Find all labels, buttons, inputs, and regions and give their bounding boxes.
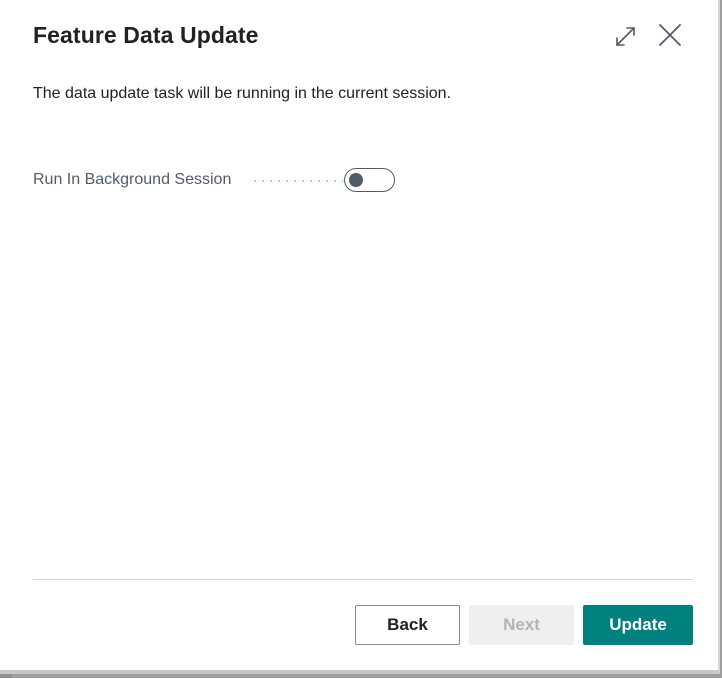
close-button[interactable] — [656, 21, 684, 49]
toggle-knob — [349, 173, 363, 187]
expand-diagonal-icon — [616, 27, 635, 46]
feature-data-update-dialog: Feature Data Update The data update task… — [0, 0, 720, 674]
footer-divider — [33, 579, 693, 580]
run-in-background-field: Run In Background Session — [33, 168, 403, 194]
run-in-background-toggle[interactable] — [344, 168, 395, 192]
expand-button[interactable] — [612, 22, 640, 50]
close-icon — [659, 24, 681, 46]
update-button[interactable]: Update — [583, 605, 693, 645]
field-label: Run In Background Session — [33, 171, 232, 188]
dialog-title: Feature Data Update — [33, 22, 259, 48]
leader-dots — [251, 180, 343, 182]
dialog-description: The data update task will be running in … — [33, 85, 452, 102]
next-button[interactable]: Next — [469, 605, 574, 645]
back-button[interactable]: Back — [355, 605, 460, 645]
